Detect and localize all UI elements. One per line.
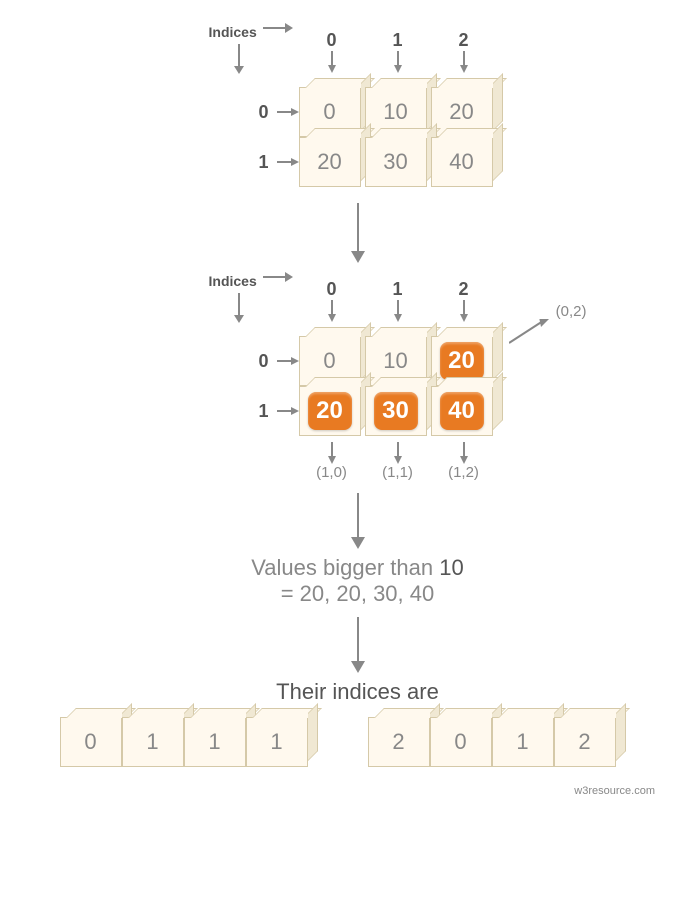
- array-section-2: Indices (0,2) 0 1 2 0 0 10 20 1 20 30 40: [219, 279, 497, 481]
- flow-arrow-icon: [348, 203, 368, 263]
- arrow-right-icon: [277, 404, 299, 418]
- arrow-down-icon: [391, 442, 405, 464]
- cell-value: 0: [323, 348, 335, 374]
- arrow-down-icon: [457, 442, 471, 464]
- cell-value-hl: 20: [448, 347, 475, 375]
- col-index: 1: [368, 279, 428, 300]
- cell-value-hl: 40: [448, 397, 475, 425]
- arrow-right-icon: [277, 155, 299, 169]
- text-part: Values bigger than: [251, 555, 433, 580]
- result-cell: 0: [60, 717, 122, 767]
- array-cell: 20: [299, 386, 361, 436]
- array-cell: 40: [431, 137, 493, 187]
- row-index: 0: [258, 102, 276, 123]
- col-index: 1: [368, 30, 428, 51]
- cell-value: 2: [578, 729, 590, 755]
- arrow-right-icon: [263, 18, 293, 38]
- result-cell: 1: [122, 717, 184, 767]
- arrow-down-icon: [457, 51, 471, 73]
- cell-value: 10: [383, 348, 407, 374]
- result-cell: 1: [246, 717, 308, 767]
- cell-value-hl: 30: [382, 397, 409, 425]
- col-index: 2: [434, 279, 494, 300]
- col-index: 2: [434, 30, 494, 51]
- grid-2: 0 1 2 0 0 10 20 1 20 30 40: [219, 279, 497, 436]
- coord-label: (1,2): [448, 464, 479, 481]
- col-index: 0: [302, 30, 362, 51]
- indices-label: Indices: [209, 24, 257, 40]
- arrow-down-icon: [325, 442, 339, 464]
- cell-value: 20: [317, 149, 341, 175]
- arrow-right-icon: [277, 354, 299, 368]
- result-cell: 1: [492, 717, 554, 767]
- cell-value: 30: [383, 149, 407, 175]
- flow-arrow-icon: [348, 493, 368, 549]
- arrow-down-icon: [325, 300, 339, 322]
- cell-value: 1: [146, 729, 158, 755]
- values-text: Values bigger than 10 = 20, 20, 30, 40: [251, 555, 463, 607]
- array-cell: 30: [365, 386, 427, 436]
- text-part: = 20, 20, 30, 40: [281, 581, 435, 606]
- cell-value: 1: [270, 729, 282, 755]
- cell-value-hl: 20: [316, 397, 343, 425]
- highlight-cell: 30: [374, 392, 418, 430]
- row-index: 0: [258, 351, 276, 372]
- array-cell: 30: [365, 137, 427, 187]
- highlight-cell: 40: [440, 392, 484, 430]
- arrow-right-icon: [277, 105, 299, 119]
- arrow-down-icon: [325, 51, 339, 73]
- cell-value: 20: [449, 99, 473, 125]
- highlight-cell: 20: [440, 342, 484, 380]
- result-cell: 2: [554, 717, 616, 767]
- arrow-down-icon: [457, 300, 471, 322]
- col-index: 0: [302, 279, 362, 300]
- coord-label: (0,2): [556, 303, 587, 320]
- cell-value: 0: [84, 729, 96, 755]
- row-index: 1: [258, 152, 276, 173]
- arrow-down-icon: [391, 51, 405, 73]
- cell-value: 1: [208, 729, 220, 755]
- diagram-container: Indices 0 1 2 0 0 10 20 1 20 30 40: [20, 20, 655, 767]
- indices-label: Indices: [209, 273, 257, 289]
- arrow-right-icon: [263, 267, 293, 287]
- arrow-down-icon: [229, 44, 249, 74]
- indices-text: Their indices are: [276, 679, 439, 705]
- cell-value: 10: [383, 99, 407, 125]
- cell-value: 2: [392, 729, 404, 755]
- result-left: 0 1 1 1: [60, 717, 308, 767]
- grid-1: 0 1 2 0 0 10 20 1 20 30 40: [219, 30, 497, 187]
- cell-value: 0: [323, 99, 335, 125]
- result-cell: 2: [368, 717, 430, 767]
- flow-arrow-icon: [348, 617, 368, 673]
- coord-arrow-icon: [509, 319, 553, 349]
- text-value: 10: [439, 555, 463, 580]
- footer-attribution: w3resource.com: [574, 785, 655, 797]
- row-index: 1: [258, 401, 276, 422]
- cell-value: 0: [454, 729, 466, 755]
- array-section-1: Indices 0 1 2 0 0 10 20 1 20 30 40: [219, 30, 497, 187]
- coord-label: (1,1): [382, 464, 413, 481]
- result-arrays: 0 1 1 1 2 0 1 2: [60, 717, 616, 767]
- array-cell: 20: [299, 137, 361, 187]
- result-right: 2 0 1 2: [368, 717, 616, 767]
- result-cell: 1: [184, 717, 246, 767]
- result-cell: 0: [430, 717, 492, 767]
- cell-value: 40: [449, 149, 473, 175]
- cell-value: 1: [516, 729, 528, 755]
- coord-label: (1,0): [316, 464, 347, 481]
- array-cell: 40: [431, 386, 493, 436]
- arrow-down-icon: [391, 300, 405, 322]
- highlight-cell: 20: [308, 392, 352, 430]
- arrow-down-icon: [229, 293, 249, 323]
